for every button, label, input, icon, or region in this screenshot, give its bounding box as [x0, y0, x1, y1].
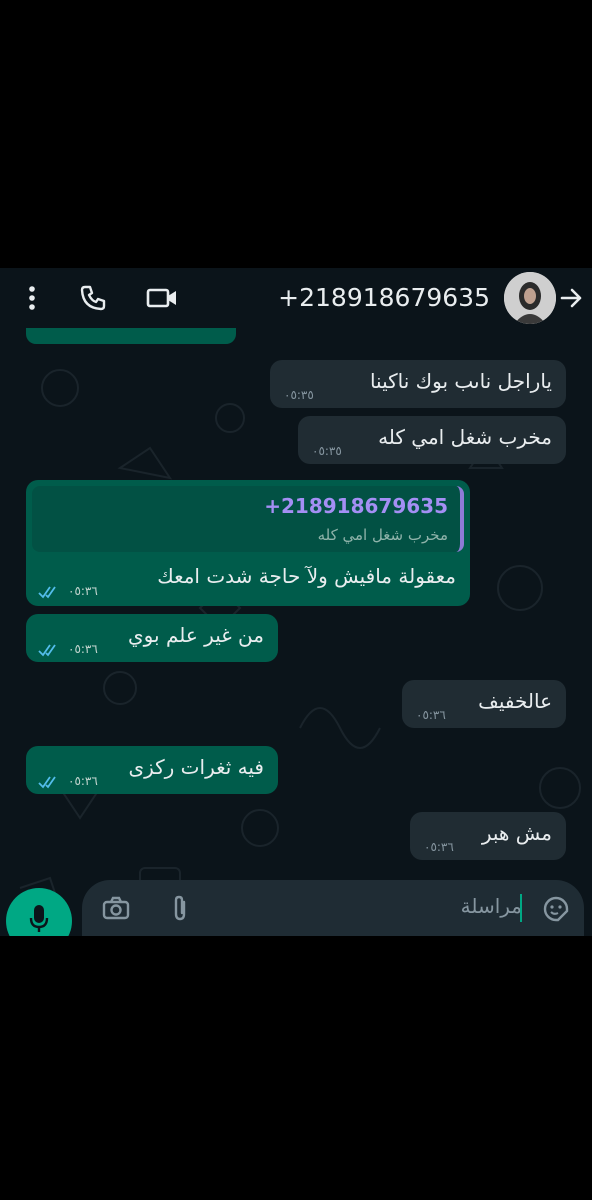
camera-icon[interactable]: [102, 896, 130, 924]
message-time: ٠٥:٣٦: [416, 708, 446, 722]
message-text: عالخفيف: [478, 689, 552, 713]
chat-screen: +218918679635 ياراجل ناىب بوك ناكينا ٠٥:…: [0, 268, 592, 936]
video-call-icon[interactable]: [145, 280, 179, 316]
message-outgoing-reply[interactable]: +218918679635 مخرب شغل امي كله معقولة ما…: [26, 480, 470, 606]
back-arrow-icon[interactable]: [556, 280, 586, 316]
attach-icon[interactable]: [170, 894, 190, 926]
message-time: ٠٥:٣٦: [68, 584, 98, 598]
chat-header: +218918679635: [0, 268, 592, 328]
message-time: ٠٥:٣٥: [284, 388, 314, 402]
reply-quote-name: +218918679635: [264, 494, 448, 518]
read-receipt-icon: [38, 642, 60, 661]
text-cursor: [520, 894, 522, 922]
contact-title[interactable]: +218918679635: [278, 280, 490, 316]
message-time: ٠٥:٣٦: [424, 840, 454, 854]
message-incoming[interactable]: مش هبر ٠٥:٣٦: [410, 812, 566, 860]
message-time: ٠٥:٣٥: [312, 444, 342, 458]
message-text: مخرب شغل امي كله: [378, 425, 552, 449]
mic-icon: [29, 904, 49, 936]
message-time: ٠٥:٣٦: [68, 642, 98, 656]
message-time: ٠٥:٣٦: [68, 774, 98, 788]
message-incoming[interactable]: عالخفيف ٠٥:٣٦: [402, 680, 566, 728]
message-incoming[interactable]: مخرب شغل امي كله ٠٥:٣٥: [298, 416, 566, 464]
message-outgoing[interactable]: فيه ثغرات ركزى ٠٥:٣٦: [26, 746, 278, 794]
message-text: معقولة مافيش ولآ حاجة شدت امعك: [157, 564, 456, 588]
message-text: فيه ثغرات ركزى: [128, 755, 264, 779]
message-bubble-partial: [26, 328, 236, 344]
message-input[interactable]: مراسلة: [461, 894, 522, 918]
voice-call-icon[interactable]: [78, 280, 108, 316]
reply-quote-text: مخرب شغل امي كله: [317, 526, 448, 544]
message-text: من غير علم بوي: [128, 623, 264, 647]
sticker-icon[interactable]: [542, 895, 570, 927]
message-text: مش هبر: [481, 821, 552, 845]
message-text: ياراجل ناىب بوك ناكينا: [369, 369, 552, 393]
message-outgoing[interactable]: من غير علم بوي ٠٥:٣٦: [26, 614, 278, 662]
more-options-icon[interactable]: [20, 280, 44, 316]
contact-avatar[interactable]: [504, 272, 556, 324]
reply-quote[interactable]: +218918679635 مخرب شغل امي كله: [32, 486, 464, 552]
read-receipt-icon: [38, 584, 60, 603]
message-incoming[interactable]: ياراجل ناىب بوك ناكينا ٠٥:٣٥: [270, 360, 566, 408]
read-receipt-icon: [38, 774, 60, 793]
message-composer: مراسلة: [82, 880, 584, 936]
